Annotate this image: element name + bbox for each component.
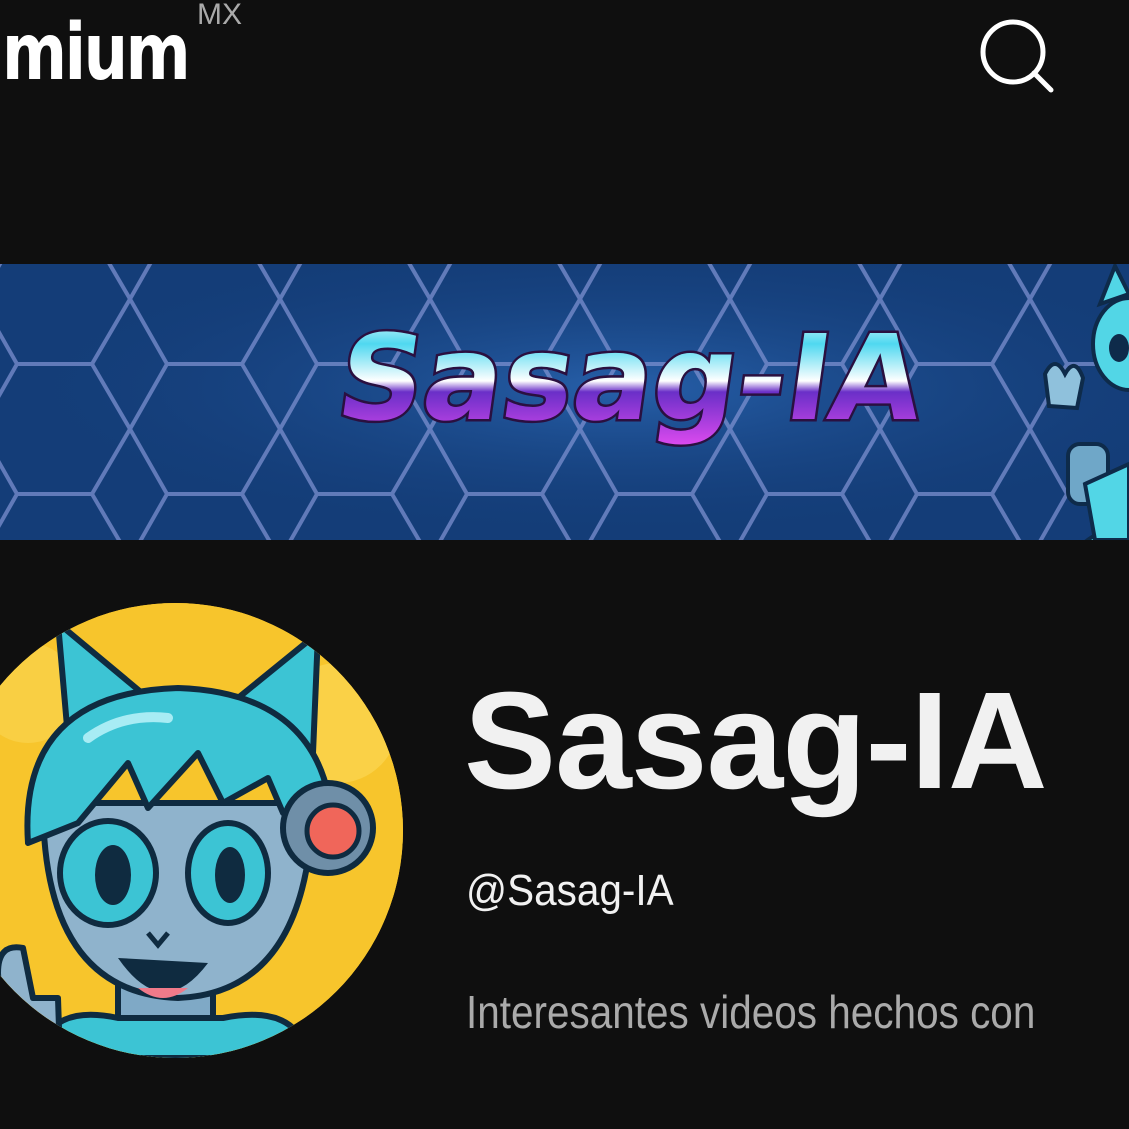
search-icon <box>980 19 1054 93</box>
channel-avatar[interactable] <box>0 603 403 1058</box>
channel-banner: Sasag-IA <box>0 264 1129 540</box>
top-bar: mium MX <box>0 0 1129 130</box>
channel-name: Sasag-IA <box>464 664 1048 818</box>
page: mium MX Sasag-IA Sasag-IA @Sasag-IA Inte… <box>0 0 1129 1129</box>
youtube-premium-logo-text[interactable]: mium <box>2 14 191 92</box>
robot-cat-avatar-icon <box>0 603 403 1058</box>
channel-handle[interactable]: @Sasag-IA <box>466 866 674 916</box>
region-code: MX <box>197 0 242 31</box>
channel-description[interactable]: Interesantes videos hechos con <box>466 985 1035 1039</box>
banner-art: Sasag-IA <box>0 264 1129 540</box>
banner-title: Sasag-IA <box>330 310 933 447</box>
search-button[interactable] <box>968 12 1068 102</box>
